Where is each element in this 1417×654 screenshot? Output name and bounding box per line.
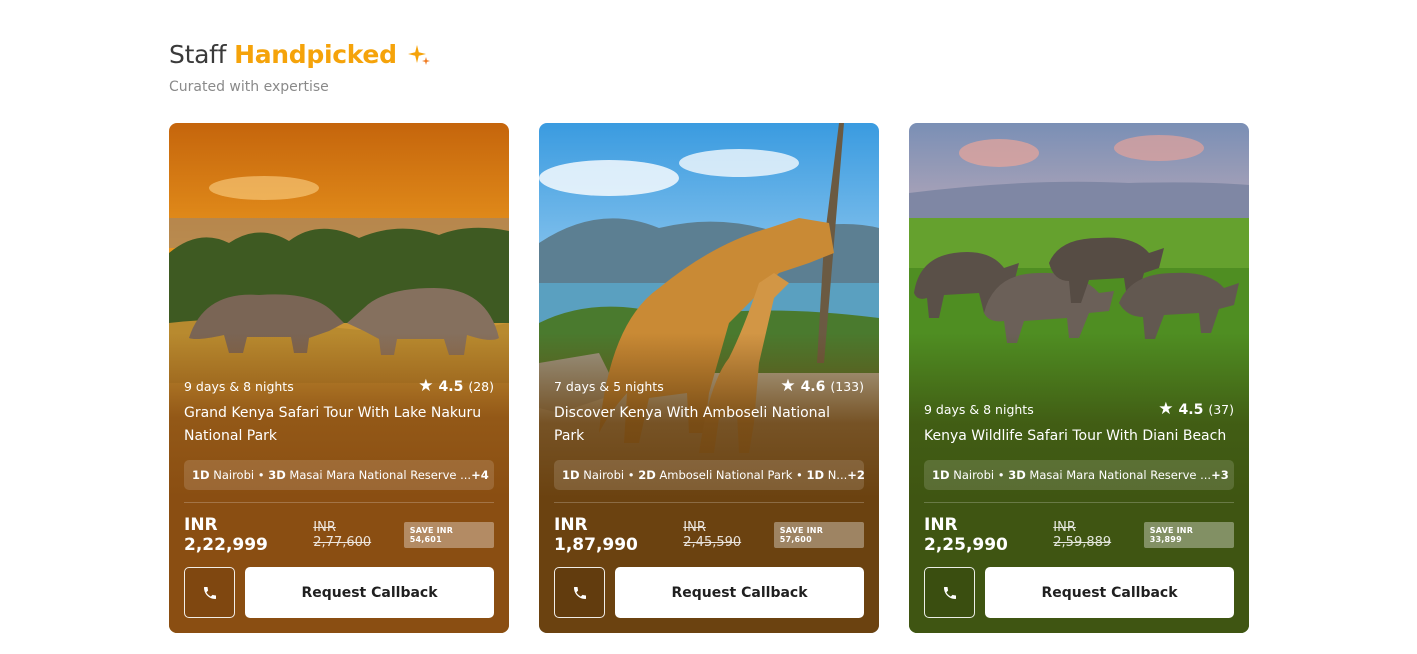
card-meta: 7 days & 5 nights ★ 4.6 (133): [554, 378, 864, 395]
card-content: 7 days & 5 nights ★ 4.6 (133) Discover K…: [554, 378, 864, 618]
tour-card[interactable]: 9 days & 8 nights ★ 4.5 (28) Grand Kenya…: [169, 123, 509, 633]
call-button[interactable]: [554, 567, 605, 618]
tour-title[interactable]: Discover Kenya With Amboseli National Pa…: [554, 402, 864, 448]
star-icon: ★: [1158, 399, 1174, 419]
phone-icon: [573, 586, 586, 599]
card-meta: 9 days & 8 nights ★ 4.5 (28): [184, 378, 494, 395]
tour-card[interactable]: 7 days & 5 nights ★ 4.6 (133) Discover K…: [539, 123, 879, 633]
save-badge: SAVE INR 33,899: [1143, 522, 1234, 548]
divider: [924, 502, 1234, 503]
rating: ★ 4.6 (133): [780, 378, 864, 395]
itinerary-days: 1D: [806, 468, 825, 482]
request-callback-button[interactable]: Request Callback: [245, 567, 494, 618]
sparkle-icon: [407, 44, 430, 65]
section-title: Staff Handpicked: [169, 40, 431, 69]
request-callback-button[interactable]: Request Callback: [985, 567, 1234, 618]
review-count: (133): [830, 379, 864, 394]
itinerary: 1D Nairobi • 2D Amboseli National Park •…: [554, 460, 864, 490]
card-content: 9 days & 8 nights ★ 4.5 (37) Kenya Wildl…: [924, 401, 1234, 618]
itinerary-days: 1D: [562, 468, 580, 482]
star-icon: ★: [418, 376, 434, 396]
original-price: INR 2,45,590: [683, 520, 742, 550]
itinerary-more[interactable]: +2: [847, 468, 864, 482]
duration: 9 days & 8 nights: [184, 379, 294, 394]
divider: [554, 502, 864, 503]
section-header: Staff Handpicked Curated with expertise: [169, 40, 431, 95]
price: INR 1,87,990: [554, 515, 638, 555]
itinerary-days: 2D: [638, 468, 656, 482]
divider: [184, 502, 494, 503]
price-row: INR 2,25,990 INR 2,59,889 SAVE INR 33,89…: [924, 515, 1234, 555]
itinerary-place: N...: [827, 468, 848, 482]
tour-title[interactable]: Grand Kenya Safari Tour With Lake Nakuru…: [184, 402, 494, 448]
card-actions: Request Callback: [924, 567, 1234, 618]
itinerary-place: Masai Mara National Reserve ...: [1029, 468, 1212, 482]
itinerary-days: 1D: [932, 468, 950, 482]
card-content: 9 days & 8 nights ★ 4.5 (28) Grand Kenya…: [184, 378, 494, 618]
review-count: (28): [468, 379, 494, 394]
card-actions: Request Callback: [184, 567, 494, 618]
itinerary-place: Nairobi: [213, 468, 255, 482]
rating-score: 4.5: [438, 378, 464, 395]
star-icon: ★: [780, 376, 796, 396]
duration: 9 days & 8 nights: [924, 402, 1034, 417]
call-button[interactable]: [184, 567, 235, 618]
tour-cards: 9 days & 8 nights ★ 4.5 (28) Grand Kenya…: [169, 123, 1249, 633]
itinerary: 1D Nairobi • 3D Masai Mara National Rese…: [184, 460, 494, 490]
itinerary-place: Masai Mara National Reserve ...: [289, 468, 472, 482]
itinerary-days: 3D: [1008, 468, 1026, 482]
itinerary-days: 1D: [192, 468, 210, 482]
price: INR 2,22,999: [184, 515, 268, 555]
save-badge: SAVE INR 57,600: [773, 522, 864, 548]
rating-score: 4.6: [800, 378, 826, 395]
itinerary: 1D Nairobi • 3D Masai Mara National Rese…: [924, 460, 1234, 490]
itinerary-more[interactable]: +3: [1211, 468, 1229, 482]
rating: ★ 4.5 (28): [418, 378, 494, 395]
title-accent: Handpicked: [234, 40, 397, 69]
request-callback-button[interactable]: Request Callback: [615, 567, 864, 618]
tour-card[interactable]: 9 days & 8 nights ★ 4.5 (37) Kenya Wildl…: [909, 123, 1249, 633]
original-price: INR 2,59,889: [1053, 520, 1112, 550]
review-count: (37): [1208, 402, 1234, 417]
card-meta: 9 days & 8 nights ★ 4.5 (37): [924, 401, 1234, 418]
price-row: INR 1,87,990 INR 2,45,590 SAVE INR 57,60…: [554, 515, 864, 555]
rating-score: 4.5: [1178, 401, 1204, 418]
title-prefix: Staff: [169, 40, 227, 69]
phone-icon: [943, 586, 956, 599]
tour-title[interactable]: Kenya Wildlife Safari Tour With Diani Be…: [924, 425, 1234, 448]
itinerary-days: 3D: [268, 468, 286, 482]
itinerary-place: Amboseli National Park: [659, 468, 793, 482]
rating: ★ 4.5 (37): [1158, 401, 1234, 418]
price: INR 2,25,990: [924, 515, 1008, 555]
itinerary-place: Nairobi: [953, 468, 995, 482]
call-button[interactable]: [924, 567, 975, 618]
section-subtitle: Curated with expertise: [169, 79, 329, 95]
phone-icon: [203, 586, 216, 599]
save-badge: SAVE INR 54,601: [403, 522, 494, 548]
card-actions: Request Callback: [554, 567, 864, 618]
duration: 7 days & 5 nights: [554, 379, 664, 394]
original-price: INR 2,77,600: [313, 520, 372, 550]
price-row: INR 2,22,999 INR 2,77,600 SAVE INR 54,60…: [184, 515, 494, 555]
itinerary-place: Nairobi: [583, 468, 625, 482]
itinerary-more[interactable]: +4: [471, 468, 489, 482]
